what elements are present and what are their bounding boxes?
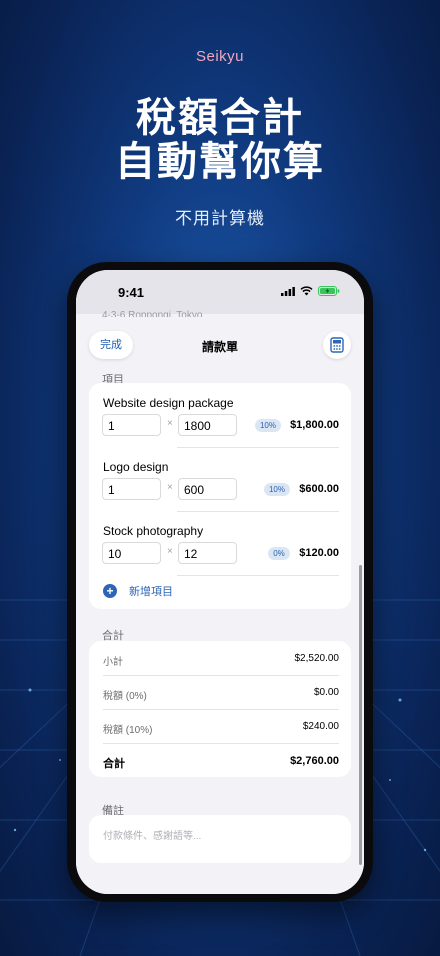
notes-field[interactable]: 付款條件、感謝語等...: [89, 815, 351, 863]
multiply-sign: ×: [167, 482, 173, 493]
tax-10-row: 稅額 (10%) $240.00: [103, 709, 339, 743]
divider: [177, 447, 339, 448]
quantity-input[interactable]: 10: [102, 542, 161, 564]
headline-line-2: 自動幫你算: [115, 140, 325, 184]
tax-0-value: $0.00: [313, 687, 339, 698]
item-amount: $1,800.00: [290, 419, 339, 431]
price-input[interactable]: 600: [178, 478, 237, 500]
brand-name: Seikyu: [195, 48, 245, 65]
tax-rate-badge[interactable]: 10%: [255, 419, 281, 432]
multiply-sign: ×: [167, 418, 173, 429]
item-name[interactable]: Stock photography: [103, 524, 203, 538]
add-item-label: 新增項目: [129, 586, 173, 598]
quantity-input[interactable]: 1: [102, 478, 161, 500]
status-bar: 9:41 4-3-6 Roppongi, Tokyo: [76, 270, 364, 321]
page-title: 請款單: [201, 340, 238, 354]
tax-0-row: 稅額 (0%) $0.00: [103, 675, 339, 709]
subtotal-value: $2,520.00: [294, 653, 340, 664]
tax-rate-badge[interactable]: 0%: [268, 547, 290, 560]
promo-headline: 稅額合計 自動幫你算: [0, 96, 440, 184]
status-time: 9:41: [118, 285, 145, 300]
battery-charging-icon: [318, 286, 340, 296]
tax-10-value: $240.00: [302, 721, 339, 732]
tax-0-label: 稅額 (0%): [103, 691, 147, 702]
subtotal-label: 小計: [103, 657, 123, 668]
item-name[interactable]: Website design package: [103, 396, 234, 410]
wifi-icon: [300, 286, 313, 296]
grand-total-label: 合計: [103, 758, 125, 770]
status-icons: [281, 286, 340, 296]
cellular-signal-icon: [281, 286, 295, 296]
plus-icon: +: [103, 584, 117, 598]
phone-frame: 9:41 4-3-6 Roppongi, Tokyo 完成 請款單 項目 Web…: [67, 262, 373, 902]
totals-card: 小計 $2,520.00 稅額 (0%) $0.00 稅額 (10%) $240…: [89, 641, 351, 777]
tax-10-label: 稅額 (10%): [103, 725, 153, 736]
scrollbar[interactable]: [359, 565, 362, 865]
grand-total-row: 合計 $2,760.00: [103, 743, 339, 777]
grand-total-value: $2,760.00: [290, 755, 339, 767]
divider: [177, 511, 339, 512]
tax-rate-badge[interactable]: 10%: [264, 483, 290, 496]
subtotal-row: 小計 $2,520.00: [103, 641, 339, 675]
item-name[interactable]: Logo design: [103, 460, 168, 474]
price-input[interactable]: 12: [178, 542, 237, 564]
items-card: Website design package 1 × 1800 10% $1,8…: [89, 383, 351, 609]
price-input[interactable]: 1800: [178, 414, 237, 436]
invoice-sheet: 完成 請款單 項目 Website design package 1 × 180…: [76, 317, 364, 894]
nav-bar: 完成 請款單: [76, 317, 364, 361]
calculator-icon: [330, 337, 344, 353]
notes-placeholder: 付款條件、感謝語等...: [103, 831, 202, 842]
phone-screen: 9:41 4-3-6 Roppongi, Tokyo 完成 請款單 項目 Web…: [76, 270, 364, 894]
quantity-input[interactable]: 1: [102, 414, 161, 436]
promo-subheadline: 不用計算機: [175, 209, 265, 228]
calculator-button[interactable]: [323, 331, 351, 359]
add-item-button[interactable]: + 新增項目: [103, 583, 173, 599]
headline-line-1: 稅額合計: [136, 96, 304, 140]
item-amount: $600.00: [299, 483, 339, 495]
item-amount: $120.00: [299, 547, 339, 559]
multiply-sign: ×: [167, 546, 173, 557]
divider: [177, 575, 339, 576]
